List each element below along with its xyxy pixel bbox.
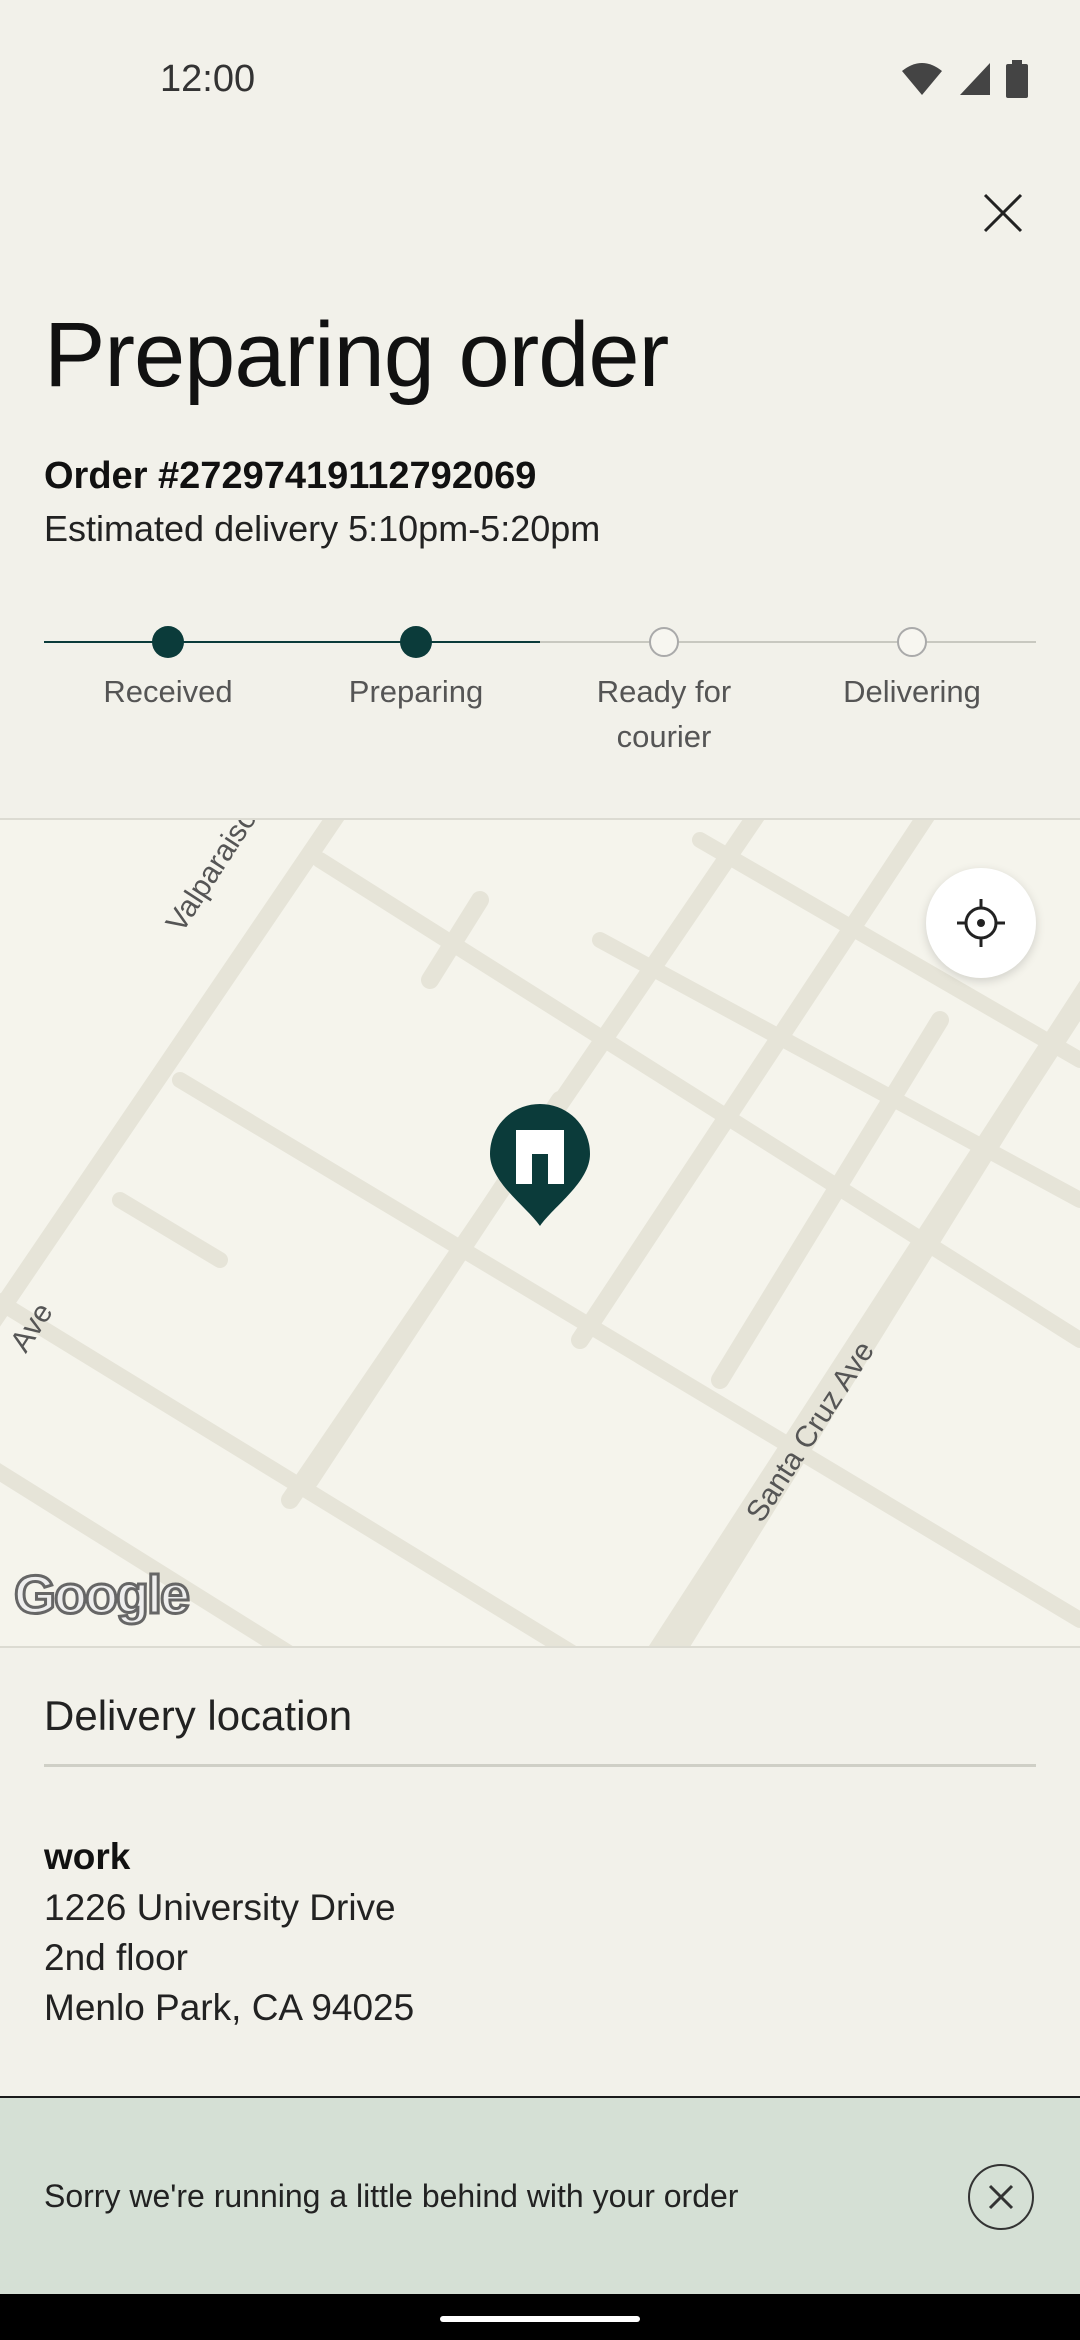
system-nav-bar — [0, 2294, 1080, 2340]
status-time: 12:00 — [160, 58, 256, 100]
notification-close-button[interactable] — [968, 2164, 1034, 2230]
address-label: work — [44, 1836, 131, 1877]
step-dot-preparing — [400, 626, 432, 658]
step-dot-received — [152, 626, 184, 658]
recenter-button[interactable] — [926, 868, 1036, 978]
notification-message: Sorry we're running a little behind with… — [44, 2178, 739, 2214]
crosshair-icon — [957, 899, 1005, 947]
address-line-1: 1226 University Drive — [44, 1887, 396, 1928]
close-button[interactable] — [968, 178, 1038, 248]
status-icons — [900, 60, 1028, 98]
battery-icon — [1006, 60, 1028, 98]
estimated-delivery: Estimated delivery 5:10pm-5:20pm — [44, 508, 601, 549]
section-divider — [44, 1764, 1036, 1767]
close-icon — [983, 193, 1023, 233]
address-line-2: 2nd floor — [44, 1937, 188, 1978]
store-pin-icon[interactable] — [488, 1102, 592, 1233]
map[interactable]: Valparaiso Ave Santa Cruz Ave Ave Google — [0, 818, 1080, 1648]
order-progress: Received Preparing Ready for courier Del… — [0, 610, 1080, 770]
step-label-received: Received — [103, 674, 233, 709]
delay-notification: Sorry we're running a little behind with… — [0, 2096, 1080, 2296]
delivery-location-title: Delivery location — [44, 1692, 353, 1739]
step-dot-ready-for-courier — [649, 627, 679, 657]
step-label-preparing: Preparing — [348, 674, 484, 709]
progress-track-remaining — [540, 641, 1036, 643]
status-bar: 12:00 — [0, 0, 1080, 170]
order-number: Order #27297419112792069 — [44, 455, 537, 497]
map-roads — [0, 820, 1080, 1646]
wifi-icon — [902, 63, 942, 95]
home-handle[interactable] — [440, 2316, 640, 2322]
step-label-ready-for-courier: Ready for courier — [596, 674, 732, 754]
progress-track-done — [44, 641, 540, 643]
page-title: Preparing order — [44, 304, 669, 406]
close-circle-icon — [988, 2184, 1014, 2210]
signal-icon — [960, 63, 990, 95]
address-line-3: Menlo Park, CA 94025 — [44, 1987, 415, 2028]
step-dot-delivering — [897, 627, 927, 657]
step-label-delivering: Delivering — [843, 674, 981, 709]
google-attribution: Google — [13, 1564, 192, 1627]
